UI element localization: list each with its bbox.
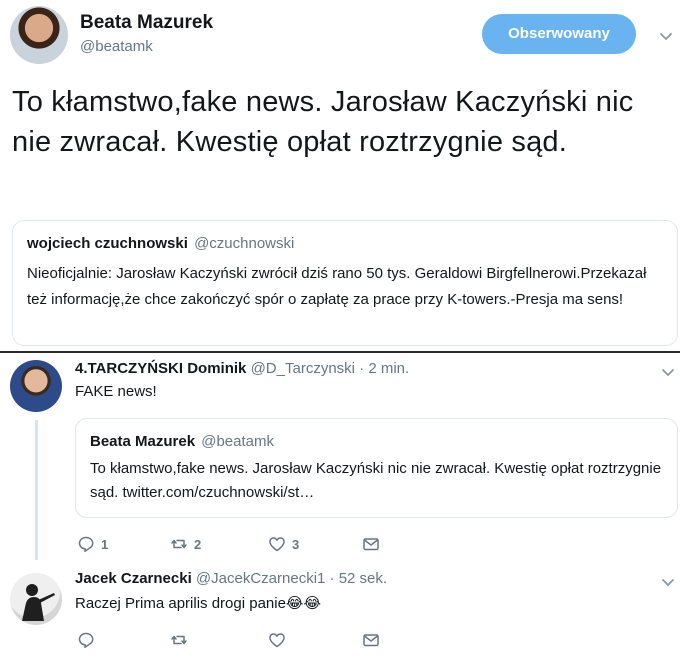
retweet-button[interactable] <box>170 629 194 651</box>
quoted-author-name: Beata Mazurek <box>90 433 196 450</box>
reply-text: Raczej Prima aprilis drogi panie😂😂 <box>75 595 321 612</box>
tweet-actions <box>75 629 415 651</box>
reply-button[interactable] <box>77 629 101 651</box>
chevron-down-icon[interactable] <box>660 574 676 590</box>
main-tweet: Beata Mazurek @beatamk Obserwowany To kł… <box>0 0 680 350</box>
avatar[interactable] <box>10 6 68 64</box>
chevron-down-icon[interactable] <box>660 364 676 380</box>
reply-time[interactable]: · 52 sek. <box>330 570 388 587</box>
heart-icon <box>269 537 285 552</box>
chevron-down-icon[interactable] <box>658 28 674 44</box>
message-button[interactable] <box>362 533 380 555</box>
quoted-text: To kłamstwo,fake news. Jarosław Kaczyńsk… <box>90 460 662 501</box>
envelope-icon <box>363 538 379 551</box>
author-name[interactable]: Beata Mazurek <box>80 12 213 34</box>
heart-icon <box>269 633 285 648</box>
quoted-text: Nieoficjalnie: Jarosław Kaczyński zwróci… <box>27 265 647 308</box>
author-handle[interactable]: @beatamk <box>80 38 153 55</box>
envelope-icon <box>363 634 379 647</box>
like-button[interactable]: 3 <box>268 533 299 555</box>
quoted-author-handle: @czuchnowski <box>194 235 295 252</box>
reply-author-name[interactable]: Jacek Czarnecki <box>75 570 192 587</box>
quoted-tweet[interactable]: Beata Mazurek @beatamk To kłamstwo,fake … <box>75 418 678 518</box>
reply-count: 1 <box>101 536 109 552</box>
reply-author-name[interactable]: 4.TARCZYŃSKI Dominik <box>75 360 246 377</box>
reply-icon <box>78 536 94 553</box>
silhouette-image <box>22 584 55 621</box>
reply-author: 4.TARCZYŃSKI Dominik @D_Tarczynski · 2 m… <box>75 360 409 377</box>
quoted-author-name: wojciech czuchnowski <box>27 235 188 252</box>
quoted-author: wojciech czuchnowski @czuchnowski <box>27 235 294 252</box>
message-button[interactable] <box>362 629 380 651</box>
retweet-icon <box>171 539 187 549</box>
reply-text: FAKE news! <box>75 383 157 400</box>
reply-time[interactable]: · 2 min. <box>359 360 409 377</box>
avatar[interactable] <box>10 573 62 625</box>
reply-author: Jacek Czarnecki @JacekCzarnecki1 · 52 se… <box>75 570 387 587</box>
avatar[interactable] <box>10 360 62 412</box>
quoted-author: Beata Mazurek @beatamk <box>90 433 274 450</box>
quoted-tweet[interactable]: wojciech czuchnowski @czuchnowski Nieofi… <box>12 220 678 346</box>
thread-line <box>35 420 38 560</box>
reply-icon <box>78 632 94 649</box>
divider <box>0 351 680 353</box>
reply-author-handle[interactable]: @D_Tarczynski <box>251 360 355 377</box>
reply-button[interactable]: 1 <box>77 533 108 555</box>
retweet-count: 2 <box>194 536 202 552</box>
quoted-author-handle: @beatamk <box>201 433 274 450</box>
retweet-icon <box>171 635 187 645</box>
tweet-text: To kłamstwo,fake news. Jarosław Kaczyńsk… <box>12 86 634 158</box>
like-count: 3 <box>292 536 300 552</box>
like-button[interactable] <box>268 629 292 651</box>
tweet-actions: 1 2 3 <box>75 533 415 555</box>
follow-button[interactable]: Obserwowany <box>482 14 636 54</box>
retweet-button[interactable]: 2 <box>170 533 201 555</box>
reply-author-handle[interactable]: @JacekCzarnecki1 <box>196 570 325 587</box>
